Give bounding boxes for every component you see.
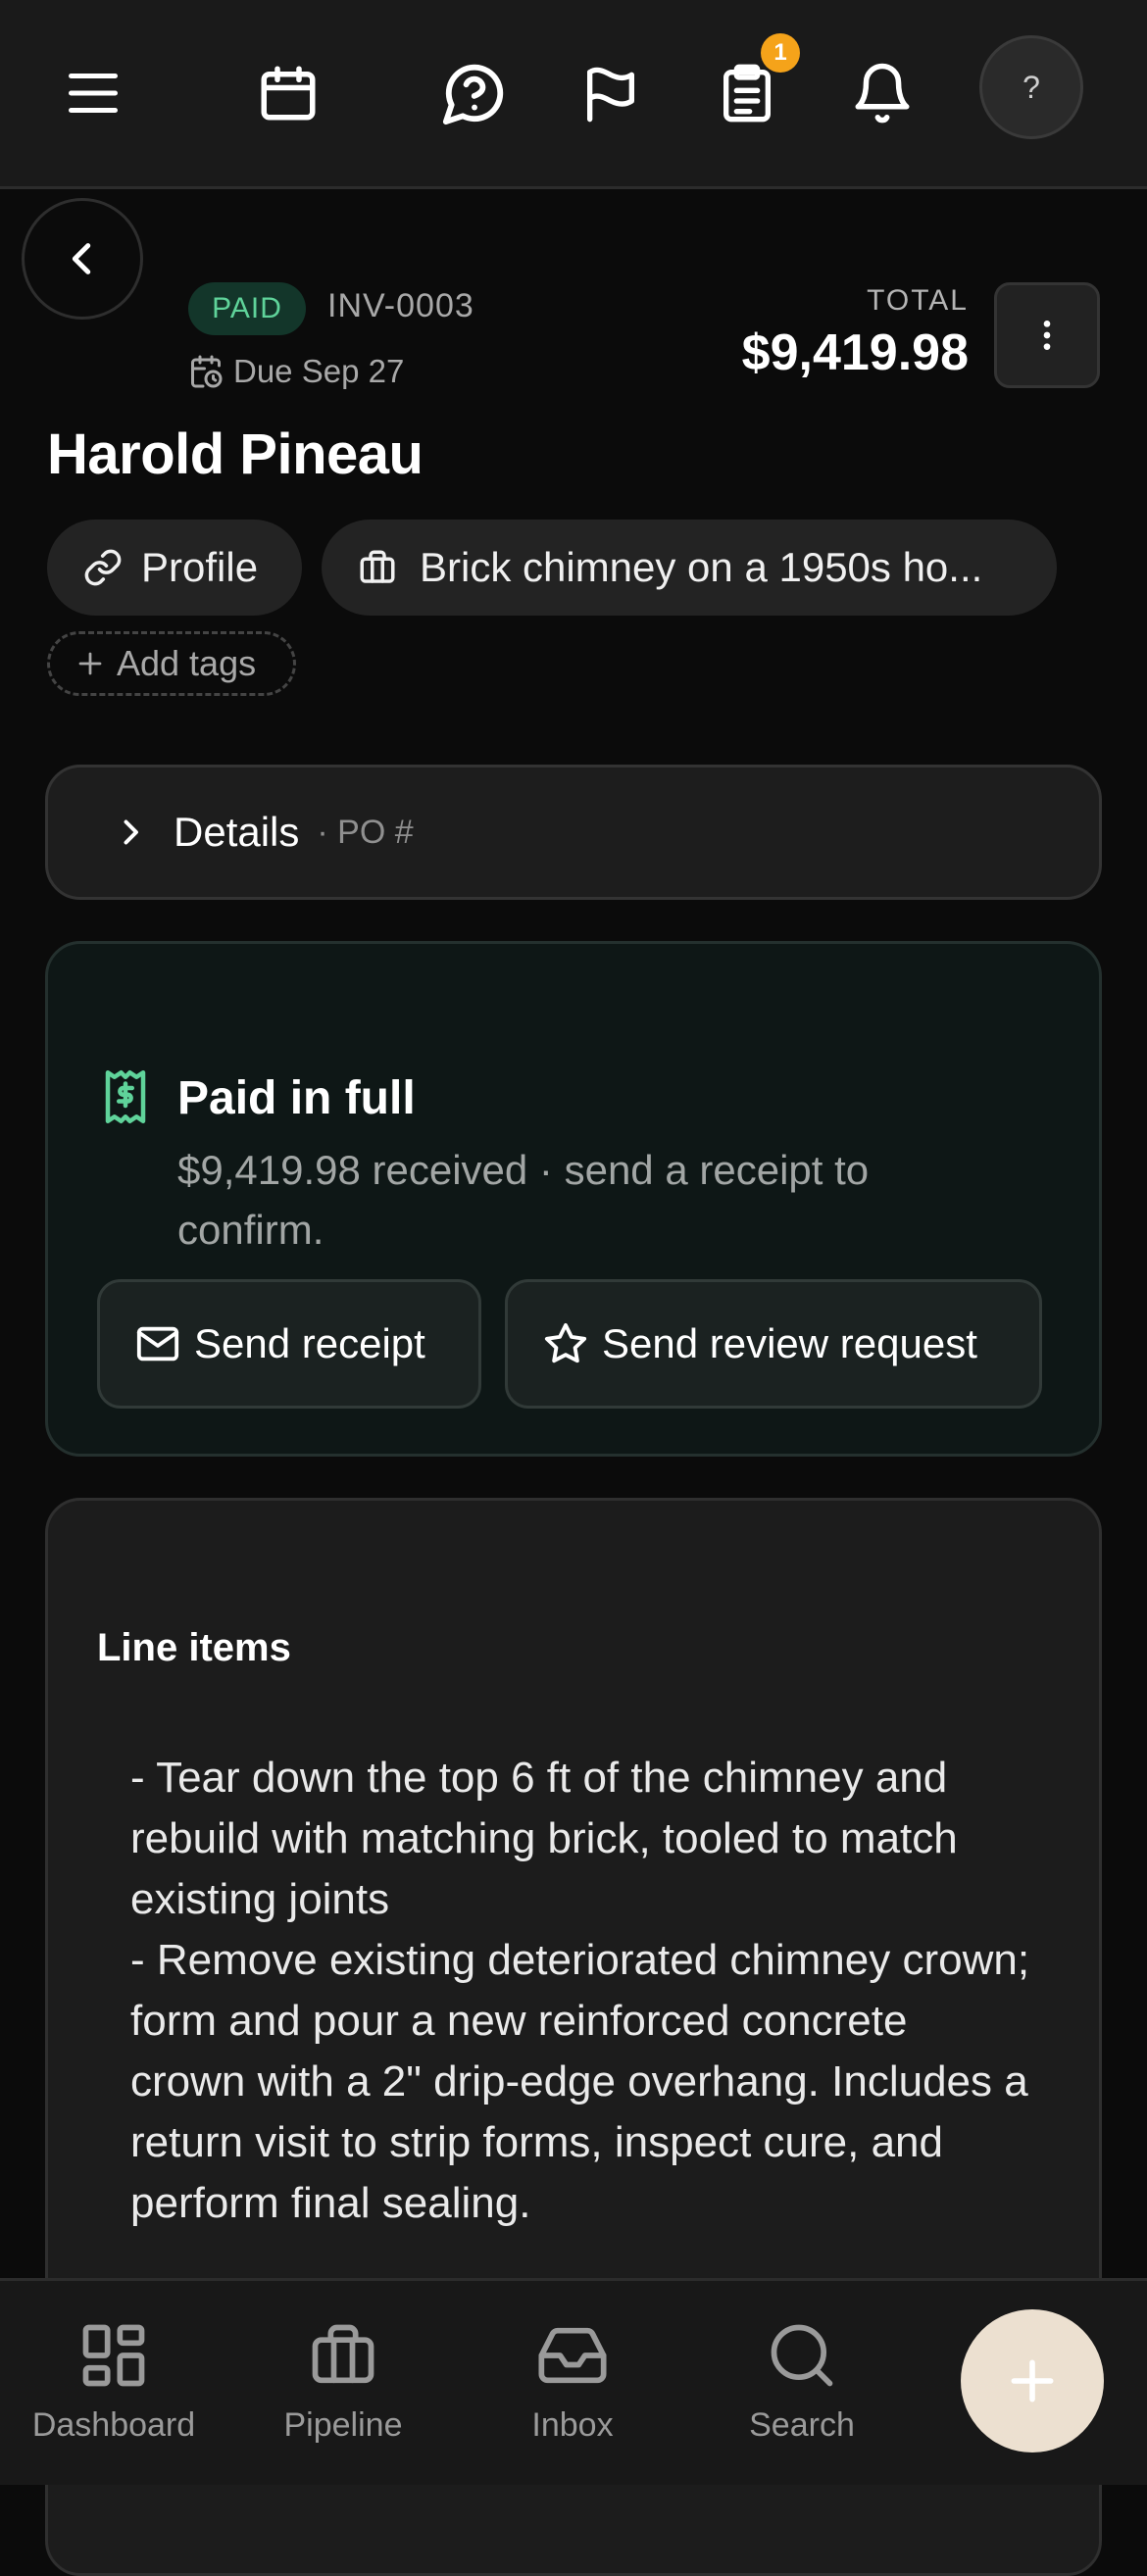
payment-status-title: Paid in full <box>177 1072 416 1124</box>
plus-icon <box>1011 2359 1054 2403</box>
bell-icon[interactable] <box>838 49 926 137</box>
add-fab-button[interactable] <box>961 2309 1104 2452</box>
line-items-title: Line items <box>97 1626 291 1669</box>
plus-icon <box>75 649 105 678</box>
po-number-label: · PO # <box>317 813 414 851</box>
job-chip-label: Brick chimney on a 1950s ho... <box>420 544 983 590</box>
line-items-description: - Tear down the top 6 ft of the chimney … <box>130 1754 1030 2227</box>
briefcase-icon <box>357 547 398 588</box>
search-icon <box>765 2318 839 2393</box>
receipt-icon <box>99 1067 152 1126</box>
send-receipt-label: Send receipt <box>194 1320 425 1366</box>
nav-search-label: Search <box>749 2406 855 2444</box>
job-chip[interactable]: Brick chimney on a 1950s ho... <box>322 520 1057 616</box>
send-review-request-button[interactable]: Send review request <box>505 1279 1042 1409</box>
avatar[interactable]: ? <box>979 35 1083 139</box>
back-button[interactable] <box>22 198 143 320</box>
payment-status-card: Paid in full $9,419.98 received · send a… <box>45 941 1102 1457</box>
nav-pipeline[interactable]: Pipeline <box>235 2318 451 2445</box>
top-bar: 1 ? <box>0 0 1147 189</box>
nav-search[interactable]: Search <box>694 2318 910 2445</box>
send-review-request-label: Send review request <box>602 1320 977 1366</box>
nav-dashboard[interactable]: Dashboard <box>6 2318 222 2445</box>
flag-icon[interactable] <box>567 49 655 137</box>
chevron-right-icon <box>113 815 148 850</box>
nav-inbox-label: Inbox <box>531 2406 614 2444</box>
details-label: Details <box>174 809 300 855</box>
invoice-number: INV-0003 <box>327 287 474 324</box>
send-receipt-button[interactable]: Send receipt <box>97 1279 481 1409</box>
star-icon <box>543 1321 588 1366</box>
status-badge: PAID <box>188 282 306 335</box>
inbox-icon <box>535 2318 610 2393</box>
add-tags-button[interactable]: Add tags <box>47 631 296 696</box>
more-options-button[interactable] <box>994 282 1100 388</box>
dashboard-icon <box>76 2318 151 2393</box>
profile-chip-label: Profile <box>141 544 259 590</box>
total-amount: $9,419.98 <box>741 324 969 381</box>
due-date-text: Due Sep 27 <box>233 353 405 389</box>
total-label: TOTAL <box>867 284 969 317</box>
payment-status-subtitle: $9,419.98 received · send a receipt to c… <box>177 1147 870 1253</box>
link-icon <box>82 547 124 588</box>
calendar-icon[interactable] <box>244 49 332 137</box>
calendar-clock-icon <box>188 354 224 389</box>
due-date: Due Sep 27 <box>188 353 404 390</box>
menu-icon[interactable] <box>49 49 137 137</box>
customer-name: Harold Pineau <box>47 422 424 486</box>
details-section[interactable]: Details · PO # <box>45 765 1102 900</box>
briefcase-icon <box>306 2318 380 2393</box>
help-chat-icon[interactable] <box>430 49 519 137</box>
add-tags-label: Add tags <box>117 643 257 683</box>
nav-dashboard-label: Dashboard <box>31 2406 196 2444</box>
profile-chip[interactable]: Profile <box>47 520 302 616</box>
more-vertical-icon <box>1043 321 1051 350</box>
nav-pipeline-label: Pipeline <box>283 2406 403 2444</box>
chevron-left-icon <box>72 243 91 274</box>
mail-icon <box>135 1321 180 1366</box>
nav-inbox[interactable]: Inbox <box>465 2318 680 2445</box>
notification-badge: 1 <box>761 33 800 73</box>
